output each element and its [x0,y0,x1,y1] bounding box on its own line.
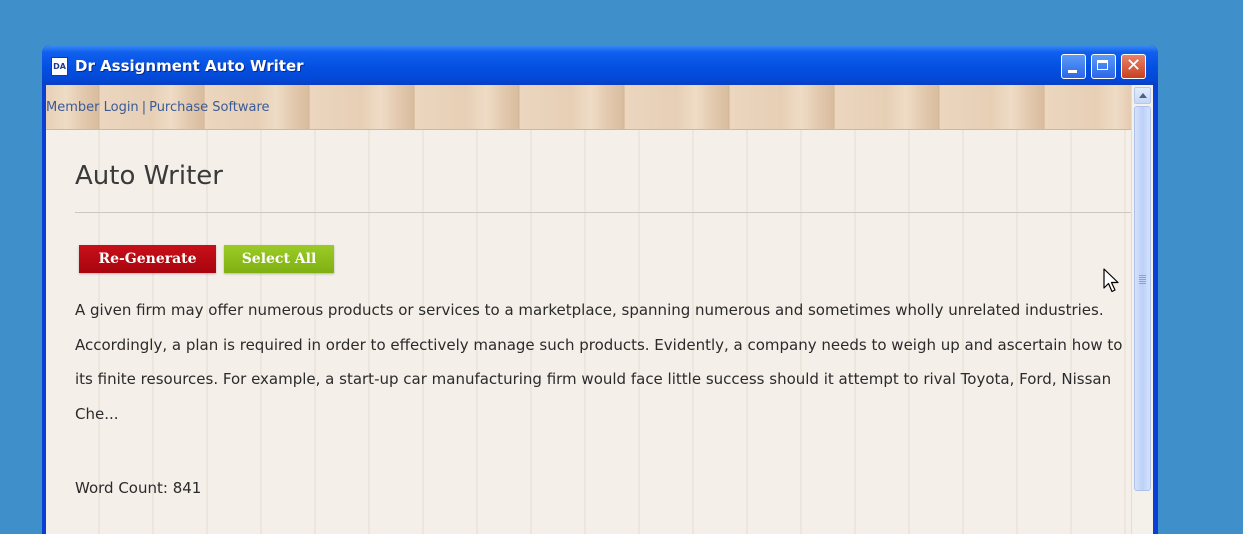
word-count: Word Count: 841 [75,479,202,497]
mouse-pointer-icon [1103,268,1119,293]
window-title: Dr Assignment Auto Writer [75,57,304,75]
close-icon: ✕ [1125,55,1142,76]
scroll-thumb[interactable] [1134,106,1151,491]
content-area: Member Login | Purchase Software Auto Writ… [46,85,1153,534]
generated-text[interactable]: A given firm may offer numerous products… [75,293,1131,431]
vertical-scrollbar[interactable] [1131,85,1153,534]
text-line: Che... [75,404,119,423]
top-links: Member Login | Purchase Software [46,100,270,115]
link-separator: | [141,100,147,115]
member-login-link[interactable]: Member Login [46,100,139,115]
text-line: A given firm may offer numerous products… [75,301,1104,319]
minimize-icon[interactable] [1061,54,1086,79]
regenerate-button[interactable]: Re-Generate [79,245,216,273]
purchase-software-link[interactable]: Purchase Software [149,100,269,115]
maximize-icon[interactable] [1091,54,1116,79]
close-button[interactable]: ✕ [1121,54,1146,79]
title-divider [75,212,1131,213]
title-bar[interactable]: DA Dr Assignment Auto Writer ✕ [42,45,1158,85]
scroll-grip [1139,275,1146,284]
app-window: DA Dr Assignment Auto Writer ✕ Member Lo… [42,45,1158,534]
page-title: Auto Writer [75,161,223,191]
header-strip: Member Login | Purchase Software [46,85,1131,130]
scroll-up-arrow-icon[interactable] [1134,87,1151,104]
app-icon[interactable]: DA [51,57,68,76]
text-line: Accordingly, a plan is required in order… [75,335,1123,354]
text-line: its finite resources. For example, a sta… [75,370,1112,388]
select-all-button[interactable]: Select All [224,245,334,273]
